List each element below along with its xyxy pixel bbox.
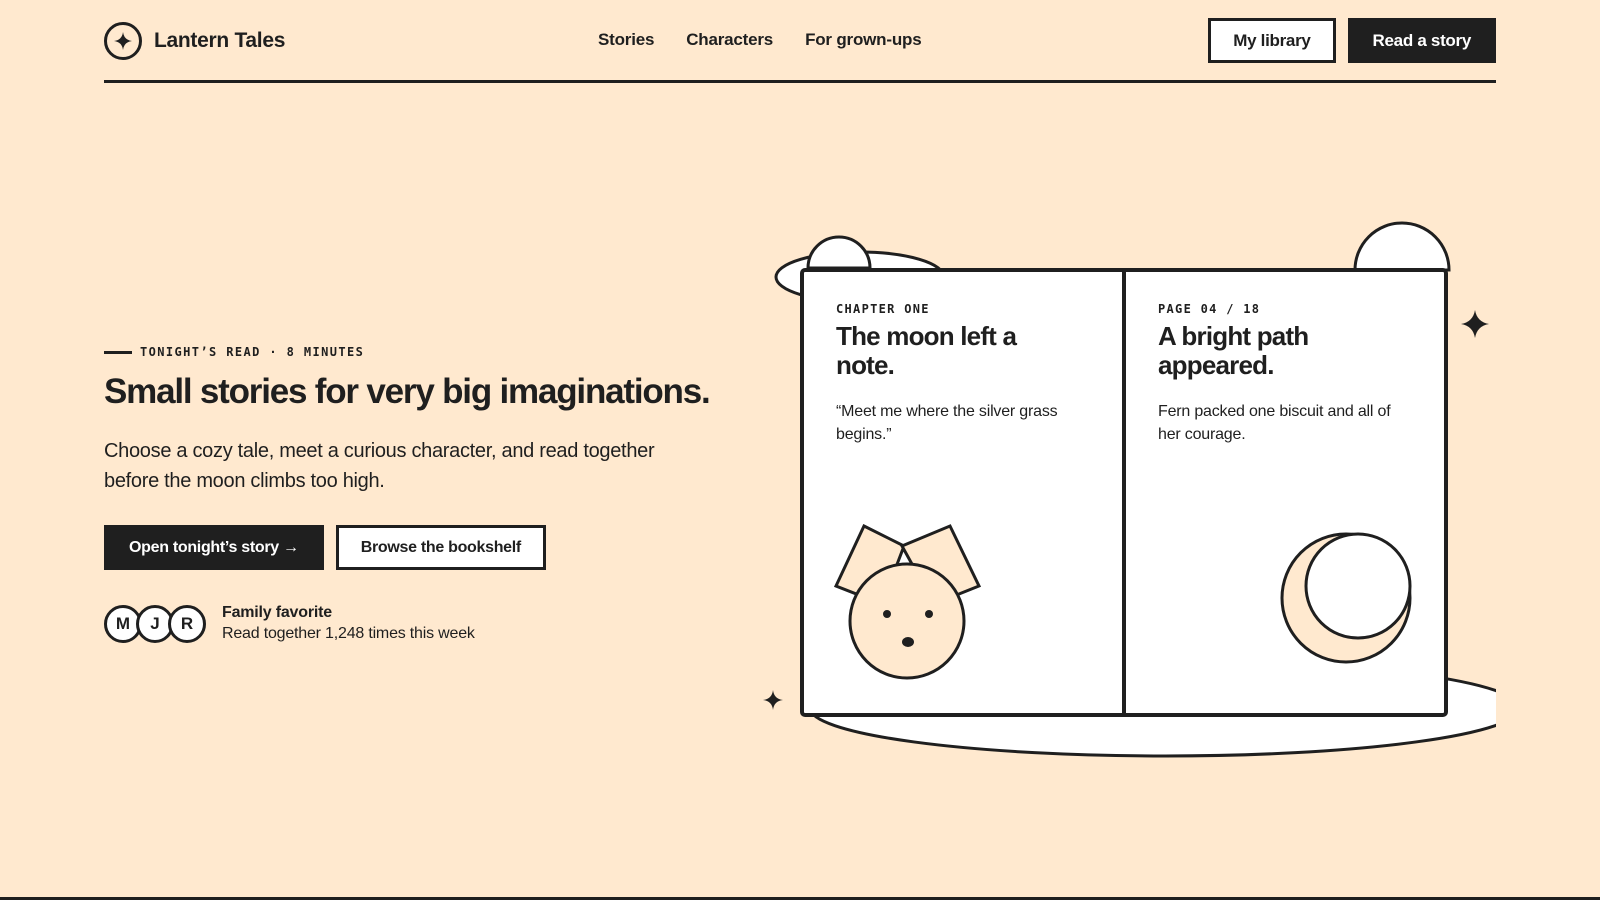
nav-link-characters[interactable]: Characters [686,30,773,50]
right-page: PAGE 04 / 18 A bright path appeared. Fer… [1122,272,1444,713]
page-text: “Meet me where the silver grass begins.” [836,403,1058,443]
read-story-button[interactable]: Read a story [1347,18,1496,63]
browse-bookshelf-button[interactable]: Browse the bookshelf [335,525,546,570]
page-title: The moon left a note. [836,321,1017,380]
fox-character-icon [834,524,982,680]
page-text: Fern packed one biscuit and all of her c… [1158,403,1391,443]
left-page: CHAPTER ONE The moon left a note. “Meet … [804,272,1122,713]
page-label: CHAPTER ONE [836,302,930,316]
eyebrow-text: TONIGHT’S READ · 8 MINUTES [140,345,365,359]
page-label: PAGE 04 / 18 [1158,302,1261,316]
avatar: R [168,604,206,643]
sparkle-icon [763,690,783,710]
brand-name: Lantern Tales [154,29,286,52]
social-subtitle: Read together 1,248 times this week [222,625,475,642]
nav-actions: My library Read a story [1208,18,1496,63]
left-cloud-bump [806,235,872,270]
nav-links: Stories Characters For grown-ups [598,30,922,50]
social-title: Family favorite [222,604,332,621]
social-text: Family favorite Read together 1,248 time… [222,604,475,643]
brand[interactable]: Lantern Tales [104,22,285,60]
nav-link-grown-ups[interactable]: For grown-ups [805,30,922,50]
page-title: A bright path appeared. [1158,321,1309,380]
moon-icon [1280,532,1412,664]
eyebrow: TONIGHT’S READ · 8 MINUTES [104,345,364,359]
top-nav: Lantern Tales Stories Characters For gro… [104,17,1496,83]
illustration-clip [1496,640,1600,780]
my-library-button[interactable]: My library [1208,18,1336,63]
story-book[interactable]: CHAPTER ONE The moon left a note. “Meet … [800,268,1448,717]
open-story-button[interactable]: Open tonight’s story → [104,525,324,570]
nav-link-stories[interactable]: Stories [598,30,654,50]
sparkle-icon [104,22,142,60]
right-cloud-bump [1353,221,1451,272]
avatar-group: M J R [104,604,206,643]
cta-row: Open tonight’s story → Browse the booksh… [104,525,546,570]
social-proof: M J R Family favorite Read together 1,24… [104,604,475,643]
hero-subline: Choose a cozy tale, meet a curious chara… [104,440,655,492]
hero-headline: Small stories for very big imaginations. [104,372,711,411]
eyebrow-rule [104,350,132,354]
sparkle-icon [1461,310,1489,338]
